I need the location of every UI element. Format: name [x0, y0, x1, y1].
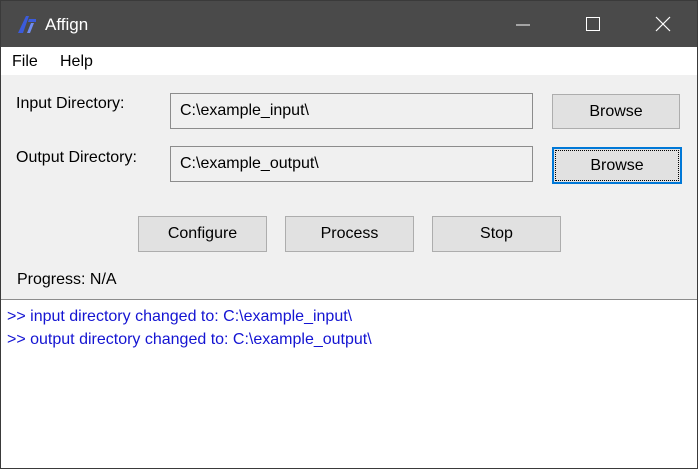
output-directory-field[interactable]: C:\example_output\ [170, 146, 533, 182]
output-directory-label: Output Directory: [16, 149, 137, 166]
menu-bar: File Help [1, 47, 697, 75]
close-button[interactable] [628, 1, 697, 47]
maximize-button[interactable] [558, 1, 628, 47]
input-directory-field[interactable]: C:\example_input\ [170, 93, 533, 129]
close-icon [655, 16, 671, 32]
menu-help[interactable]: Help [60, 53, 93, 71]
title-bar[interactable]: Affign [1, 1, 697, 47]
focus-rect [555, 150, 679, 181]
app-window: Affign File Help Input Directory: C:\exa… [0, 0, 698, 469]
maximize-icon [586, 17, 600, 31]
input-directory-label: Input Directory: [16, 95, 125, 112]
log-output[interactable]: >> input directory changed to: C:\exampl… [1, 299, 697, 468]
log-line: >> output directory changed to: C:\examp… [7, 331, 372, 348]
configure-button[interactable]: Configure [138, 216, 267, 252]
stop-button[interactable]: Stop [432, 216, 561, 252]
browse-output-button[interactable]: Browse [552, 147, 682, 184]
browse-input-button[interactable]: Browse [552, 94, 680, 129]
minimize-icon [516, 24, 530, 26]
affign-logo-icon [16, 14, 38, 34]
log-line: >> input directory changed to: C:\exampl… [7, 308, 353, 325]
menu-file[interactable]: File [12, 53, 38, 71]
progress-status: Progress: N/A [17, 271, 117, 288]
window-title: Affign [45, 15, 89, 34]
minimize-button[interactable] [488, 1, 558, 47]
process-button[interactable]: Process [285, 216, 414, 252]
